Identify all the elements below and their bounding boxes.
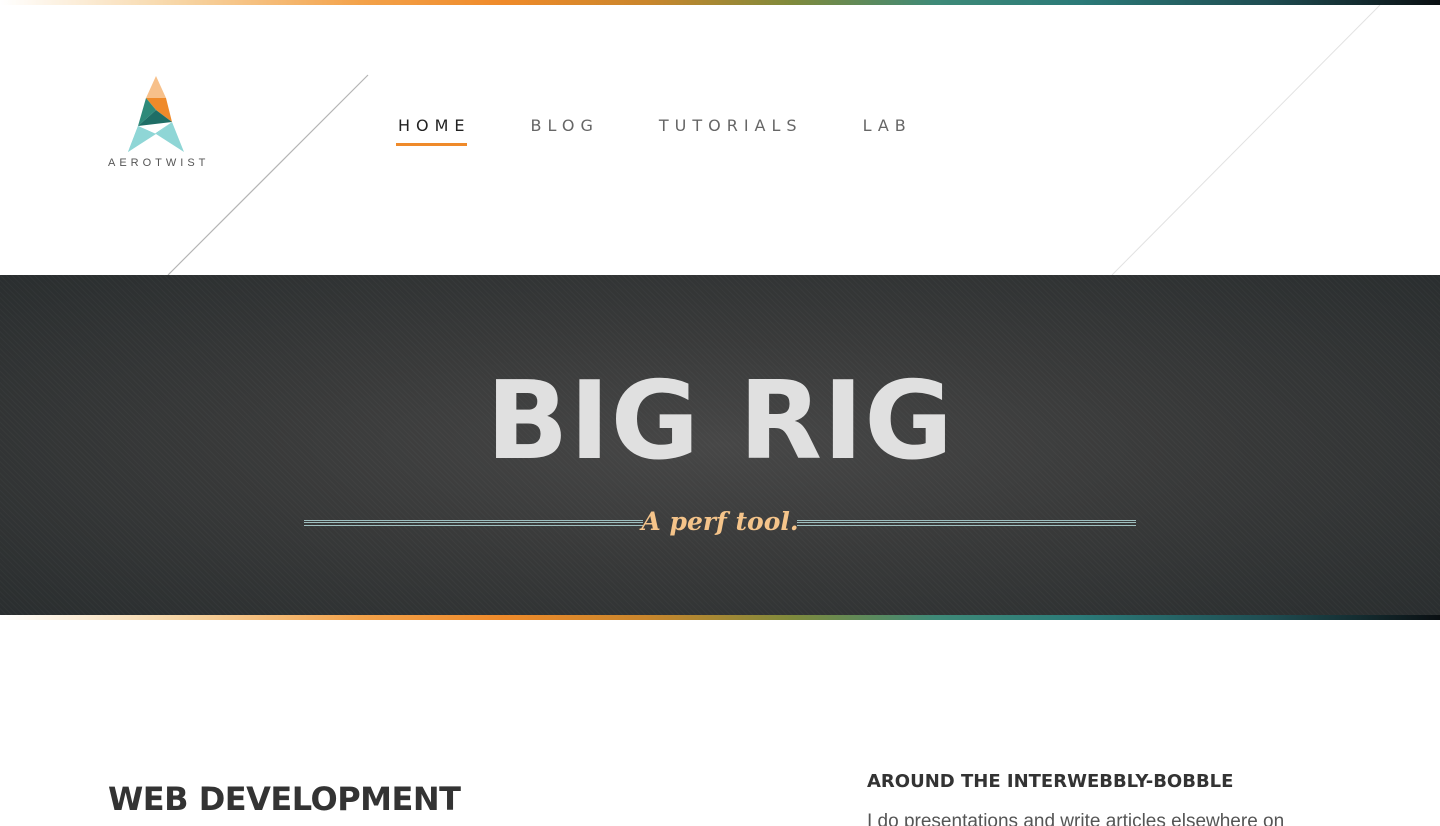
hero-bottom-gradient-bar xyxy=(0,615,1440,620)
hero-banner: BIG RIG A perf tool. xyxy=(0,275,1440,615)
site-header: AEROTWIST HOME BLOG TUTORIALS LAB xyxy=(0,5,1440,275)
main-nav: HOME BLOG TUTORIALS LAB xyxy=(396,116,972,146)
nav-item-home[interactable]: HOME xyxy=(396,116,471,146)
nav-item-tutorials[interactable]: TUTORIALS xyxy=(659,116,803,146)
sidebar-text: I do presentations and write articles el… xyxy=(867,811,1285,826)
tagline-divider-right xyxy=(797,520,1136,526)
hero-title: BIG RIG xyxy=(486,359,954,484)
section-title: WEB DEVELOPMENT xyxy=(108,780,461,818)
nav-item-lab[interactable]: LAB xyxy=(863,116,912,146)
aerotwist-logo[interactable]: AEROTWIST xyxy=(108,76,208,176)
logo-wordmark: AEROTWIST xyxy=(108,157,210,169)
logo-mark-icon xyxy=(128,76,184,152)
sidebar-title: AROUND THE INTERWEBBLY-BOBBLE xyxy=(867,771,1234,792)
nav-item-blog[interactable]: BLOG xyxy=(531,116,599,146)
hero-tagline-row: A perf tool. xyxy=(304,507,1136,537)
